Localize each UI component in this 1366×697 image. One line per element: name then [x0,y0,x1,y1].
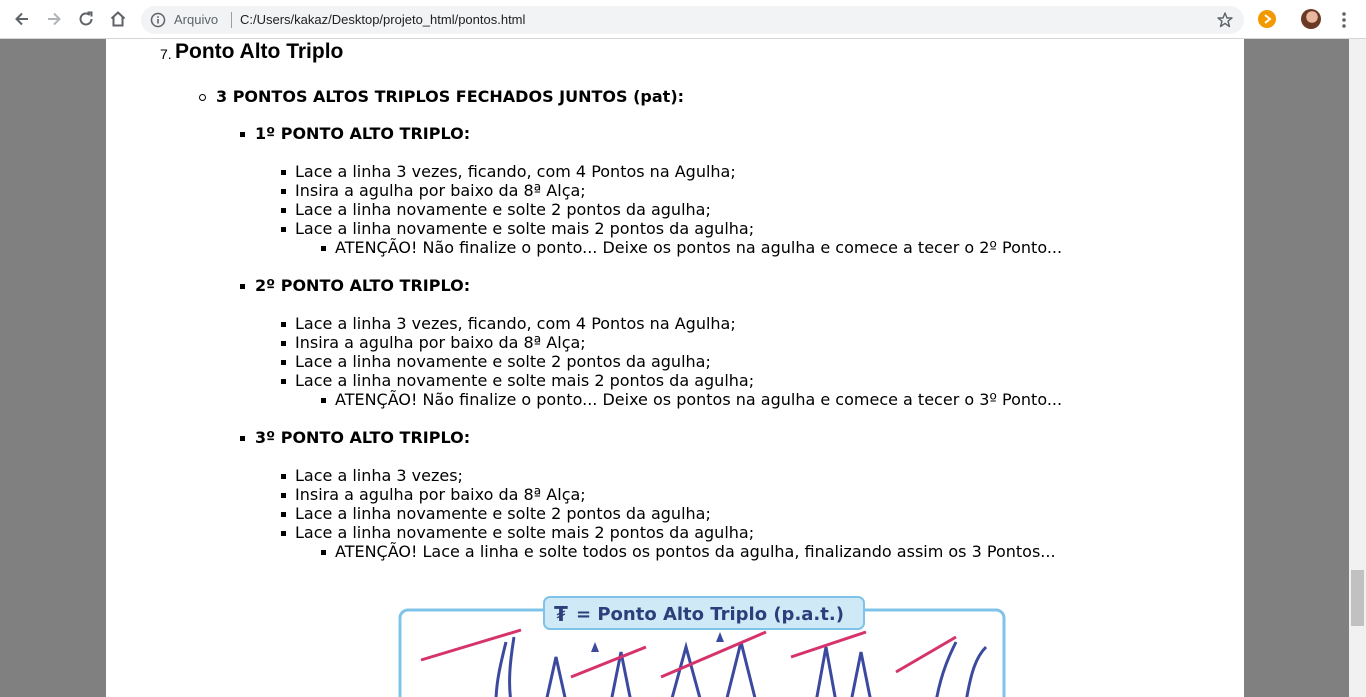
square-bullet [321,398,326,403]
square-bullet [281,170,286,175]
page-content: 7. Ponto Alto Triplo 3 PONTOS ALTOS TRIP… [106,39,1244,697]
section-title: 3º PONTO ALTO TRIPLO: [255,428,471,447]
square-bullet [321,246,326,251]
square-bullet [281,474,286,479]
list-item: Lace a linha novamente e solte 2 pontos … [295,352,711,371]
menu-icon[interactable] [1337,10,1351,30]
list-item: Lace a linha 3 vezes, ficando, com 4 Pon… [295,162,736,181]
star-icon[interactable] [1216,11,1234,29]
back-icon[interactable] [10,7,34,31]
list-item: Lace a linha novamente e solte 2 pontos … [295,504,711,523]
extension-icon[interactable] [1258,10,1276,28]
list-number: 7. [160,46,172,62]
square-bullet [281,360,286,365]
list-item: Lace a linha novamente e solte mais 2 po… [295,219,755,238]
list-item: Lace a linha novamente e solte mais 2 po… [295,523,755,542]
circle-bullet [199,94,206,101]
square-bullet [281,227,286,232]
square-bullet [281,208,286,213]
illustration-caption: = Ponto Alto Triplo (p.a.t.) [576,604,844,625]
avatar[interactable] [1301,9,1321,29]
square-bullet [240,284,245,289]
home-icon[interactable] [106,7,130,31]
forward-icon[interactable] [42,7,66,31]
list-item: Insira a agulha por baixo da 8ª Alça; [295,485,586,504]
square-bullet [240,436,245,441]
reload-icon[interactable] [74,7,98,31]
stitch-symbol: ₮ [554,602,568,626]
address-url[interactable]: C:/Users/kakaz/Desktop/projeto_html/pont… [240,12,525,27]
address-bar[interactable]: Arquivo C:/Users/kakaz/Desktop/projeto_h… [141,6,1244,34]
square-bullet [281,531,286,536]
square-bullet [281,493,286,498]
section-title: 2º PONTO ALTO TRIPLO: [255,276,471,295]
square-bullet [281,512,286,517]
note-item: ATENÇÃO! Não finalize o ponto... Deixe o… [335,390,1063,409]
list-item: Insira a agulha por baixo da 8ª Alça; [295,181,586,200]
address-separator [231,12,232,28]
stitch-illustration: ₮ = Ponto Alto Triplo (p.a.t.) [396,592,1008,697]
section-title: 1º PONTO ALTO TRIPLO: [255,124,471,143]
scrollbar-thumb[interactable] [1351,570,1364,626]
list-item: Lace a linha 3 vezes; [295,466,463,485]
square-bullet [281,341,286,346]
note-item: ATENÇÃO! Lace a linha e solte todos os p… [335,542,1056,561]
browser-toolbar: Arquivo C:/Users/kakaz/Desktop/projeto_h… [0,0,1366,39]
subheading: 3 PONTOS ALTOS TRIPLOS FECHADOS JUNTOS (… [216,87,685,106]
square-bullet [281,322,286,327]
page-heading: Ponto Alto Triplo [175,40,344,63]
square-bullet [321,550,326,555]
list-item: Insira a agulha por baixo da 8ª Alça; [295,333,586,352]
square-bullet [240,132,245,137]
square-bullet [281,379,286,384]
list-item: Lace a linha 3 vezes, ficando, com 4 Pon… [295,314,736,333]
address-scheme-label: Arquivo [174,12,219,27]
list-item: Lace a linha novamente e solte 2 pontos … [295,200,711,219]
list-item: Lace a linha novamente e solte mais 2 po… [295,371,755,390]
square-bullet [281,189,286,194]
note-item: ATENÇÃO! Não finalize o ponto... Deixe o… [335,238,1063,257]
info-icon[interactable] [150,12,166,28]
